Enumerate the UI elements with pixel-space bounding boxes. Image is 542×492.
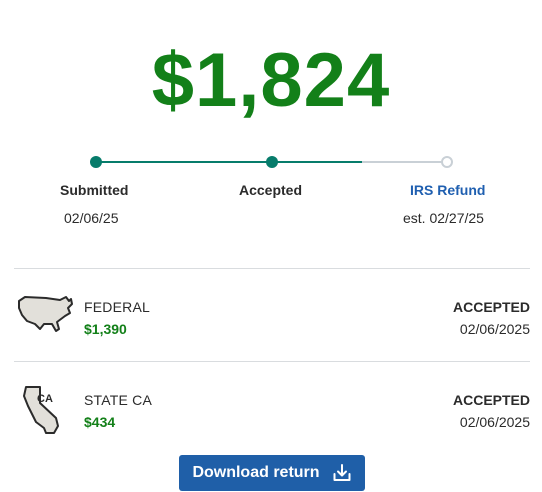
state-return-date: 02/06/2025	[459, 414, 530, 430]
state-return-amount: $434	[84, 414, 116, 430]
federal-return-row: FEDERAL $1,390 ACCEPTED 02/06/2025	[14, 293, 530, 353]
california-icon-label: CA	[37, 393, 53, 405]
download-return-label: Download return	[192, 464, 320, 481]
federal-return-date: 02/06/2025	[459, 321, 530, 337]
federal-return-name: FEDERAL	[84, 299, 150, 315]
federal-return-amount: $1,390	[84, 321, 127, 337]
step-irs-refund-link[interactable]: IRS Refund	[410, 182, 485, 198]
refund-amount: $1,824	[151, 38, 391, 123]
divider-top	[14, 268, 530, 269]
step-submitted-label: Submitted	[60, 182, 129, 198]
usa-map-icon	[16, 293, 74, 340]
state-return-name: STATE CA	[84, 392, 152, 408]
progress-line-complete	[96, 161, 362, 163]
step-accepted-label: Accepted	[239, 182, 303, 198]
refund-progress-tracker: Submitted Accepted IRS Refund 02/06/25 e…	[0, 150, 542, 240]
download-icon	[332, 463, 352, 483]
california-map-icon: CA	[16, 386, 74, 441]
step-accepted-dot	[266, 156, 278, 168]
download-return-button[interactable]: Download return	[179, 455, 365, 491]
progress-line-pending	[362, 161, 446, 163]
state-return-row: CA STATE CA $434 ACCEPTED 02/06/2025	[14, 386, 530, 446]
divider-middle	[14, 361, 530, 362]
step-irs-refund-dot	[441, 156, 453, 168]
step-submitted-dot	[90, 156, 102, 168]
state-return-status: ACCEPTED	[452, 392, 530, 408]
step-irs-refund-date: est. 02/27/25	[403, 210, 484, 226]
federal-return-status: ACCEPTED	[452, 299, 530, 315]
step-submitted-date: 02/06/25	[64, 210, 119, 226]
